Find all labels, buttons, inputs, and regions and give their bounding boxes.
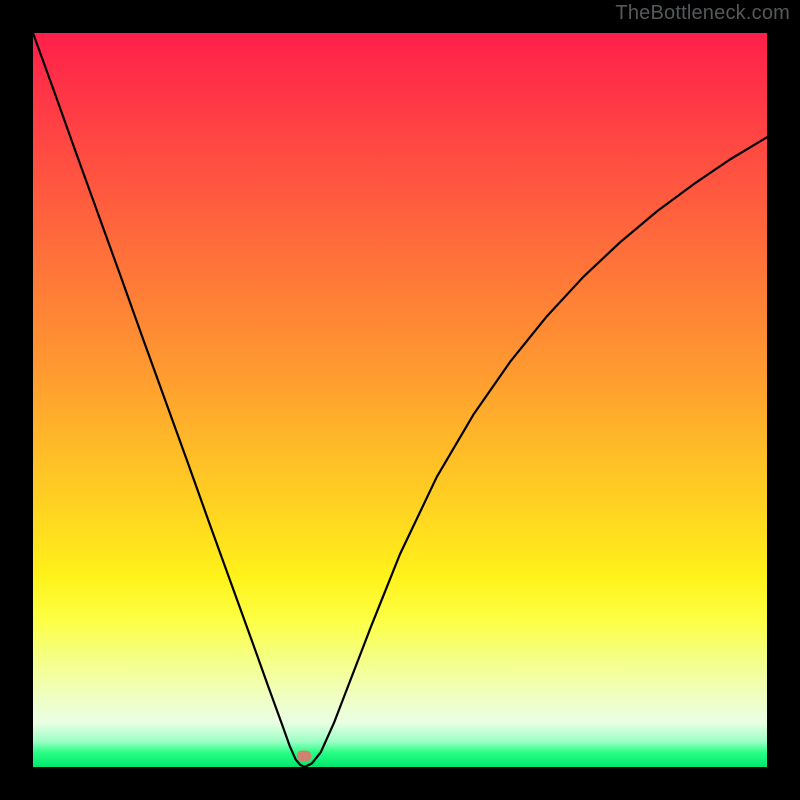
plot-area <box>33 33 767 767</box>
watermark-text: TheBottleneck.com <box>615 2 790 25</box>
selected-point-marker <box>297 750 311 761</box>
bottleneck-curve <box>33 33 767 767</box>
curve-svg <box>33 33 767 767</box>
chart-stage: TheBottleneck.com <box>0 0 800 800</box>
